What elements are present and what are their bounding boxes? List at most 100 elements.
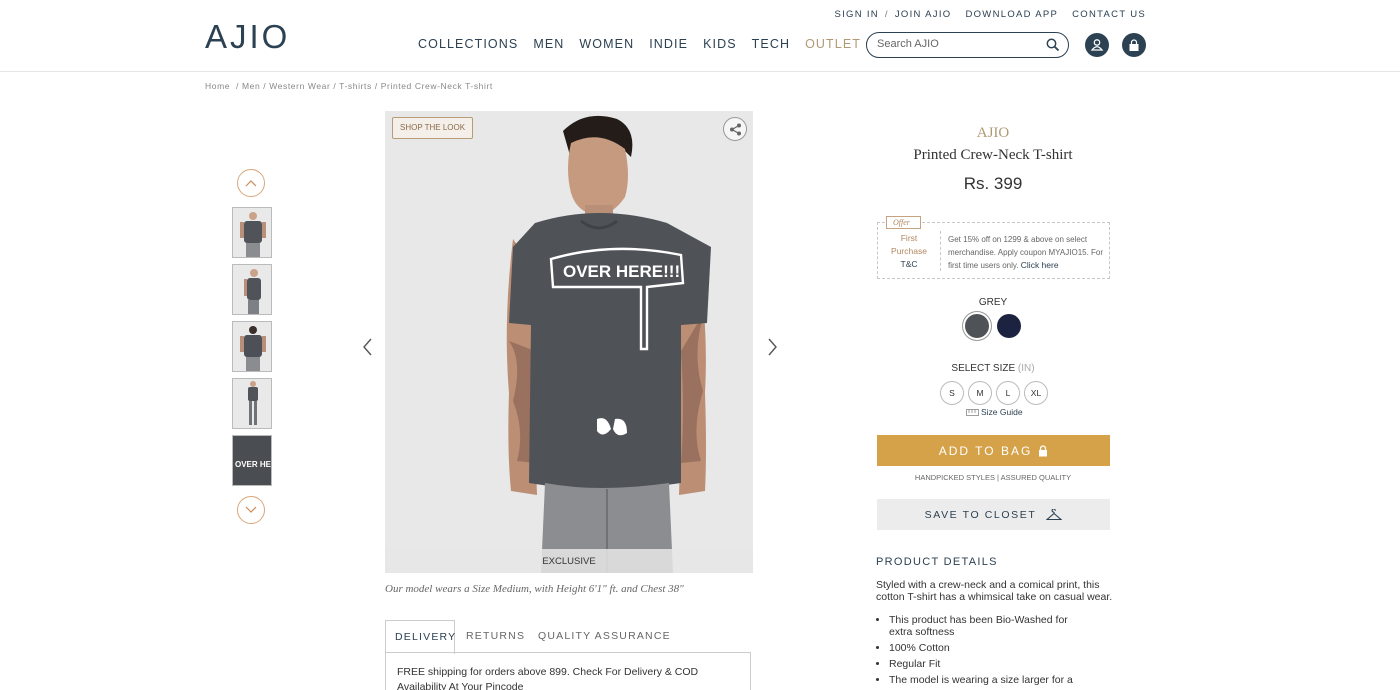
size-unit: (IN) xyxy=(1017,363,1035,374)
tee-print-text: OVER HERE!!! xyxy=(563,262,680,281)
top-links: SIGN IN / JOIN AJIO DOWNLOAD APP CONTACT… xyxy=(834,9,1146,20)
nav-men[interactable]: MEN xyxy=(533,37,564,51)
search-box xyxy=(866,32,1069,58)
breadcrumb-separator: / xyxy=(236,81,239,91)
tab-returns[interactable]: RETURNS xyxy=(457,620,534,653)
breadcrumb-western-wear[interactable]: Western Wear xyxy=(269,81,330,91)
next-image-arrow-icon[interactable] xyxy=(764,338,780,356)
search-input[interactable] xyxy=(877,38,1042,50)
breadcrumb-separator: / xyxy=(333,81,337,91)
list-item: 100% Cotton xyxy=(889,642,1089,654)
thumbnail-4[interactable] xyxy=(232,378,272,429)
color-swatch-grey[interactable] xyxy=(965,314,989,338)
list-item: The model is wearing a size larger for a xyxy=(889,674,1089,686)
breadcrumb-current: Printed Crew-Neck T-shirt xyxy=(380,81,493,91)
model-size-note: Our model wears a Size Medium, with Heig… xyxy=(385,583,684,595)
save-to-closet-button[interactable]: SAVE TO CLOSET xyxy=(877,499,1110,530)
lock-icon xyxy=(1039,444,1048,456)
share-button[interactable] xyxy=(723,117,747,141)
offer-click-here-link[interactable]: Click here xyxy=(1021,260,1059,270)
size-option-xl[interactable]: XL xyxy=(1024,381,1048,405)
size-option-l[interactable]: L xyxy=(996,381,1020,405)
download-app-link[interactable]: DOWNLOAD APP xyxy=(965,9,1058,20)
bag-icon xyxy=(1129,38,1139,51)
chevron-down-icon xyxy=(245,506,257,513)
offer-box: Offer First Purchase T&C Get 15% off on … xyxy=(877,216,1110,279)
model-thumbnail-image xyxy=(233,265,271,314)
product-name: Printed Crew-Neck T-shirt xyxy=(913,147,1073,163)
user-icon xyxy=(1090,39,1104,51)
product-description: Styled with a crew-neck and a comical pr… xyxy=(876,579,1113,603)
bag-button[interactable] xyxy=(1122,33,1146,57)
breadcrumb: Home / Men / Western Wear / T-shirts / P… xyxy=(205,81,493,91)
offer-label-line1: First xyxy=(900,233,918,243)
list-item: Regular Fit xyxy=(889,658,1089,670)
link-separator: / xyxy=(884,9,889,20)
sign-in-link[interactable]: SIGN IN xyxy=(834,9,878,20)
size-option-m[interactable]: M xyxy=(968,381,992,405)
thumb-print-text: OVER HERE! xyxy=(235,460,272,469)
model-illustration: OVER HERE!!! xyxy=(385,111,753,573)
contact-us-link[interactable]: CONTACT US xyxy=(1072,9,1146,20)
assured-quality-text: HANDPICKED STYLES | ASSURED QUALITY xyxy=(914,473,1072,482)
search-icon[interactable] xyxy=(1046,38,1060,52)
nav-collections[interactable]: COLLECTIONS xyxy=(418,37,518,51)
breadcrumb-separator: / xyxy=(374,81,378,91)
nav-kids[interactable]: KIDS xyxy=(703,37,737,51)
account-button[interactable] xyxy=(1085,33,1109,57)
color-label: GREY xyxy=(978,297,1008,308)
thumb-scroll-down-button[interactable] xyxy=(237,496,265,524)
add-to-bag-label: ADD TO BAG xyxy=(938,443,1033,458)
model-thumbnail-image xyxy=(233,208,271,257)
list-item: This product has been Bio-Washed for ext… xyxy=(889,614,1089,638)
thumbnail-5[interactable]: OVER HERE! xyxy=(232,435,272,486)
add-to-bag-button[interactable]: ADD TO BAG xyxy=(877,435,1110,466)
thumbnail-3[interactable] xyxy=(232,321,272,372)
thumbnail-1[interactable] xyxy=(232,207,272,258)
size-option-s[interactable]: S xyxy=(940,381,964,405)
join-ajio-link[interactable]: JOIN AJIO xyxy=(895,9,952,20)
delivery-panel: FREE shipping for orders above 899. Chec… xyxy=(385,652,751,690)
offer-tc-link[interactable]: T&C xyxy=(878,258,940,271)
model-thumbnail-image xyxy=(233,322,271,371)
product-brand[interactable]: AJIO xyxy=(876,125,1110,142)
exclusive-label: EXCLUSIVE xyxy=(385,549,753,573)
print-closeup-thumbnail: OVER HERE! xyxy=(233,436,272,485)
info-tabs: DELIVERY RETURNS QUALITY ASSURANCE FREE … xyxy=(385,620,751,690)
site-header: AJIO SIGN IN / JOIN AJIO DOWNLOAD APP CO… xyxy=(0,0,1400,72)
save-to-closet-label: SAVE TO CLOSET xyxy=(924,508,1037,521)
product-details-list: This product has been Bio-Washed for ext… xyxy=(889,614,1089,690)
main-product-image[interactable]: OVER HERE!!! SHOP THE LOOK EXCLUSIVE xyxy=(385,111,753,573)
product-price: Rs. 399 xyxy=(963,174,1023,193)
ruler-icon xyxy=(966,408,979,416)
breadcrumb-men[interactable]: Men xyxy=(242,81,260,91)
offer-label-line2: Purchase xyxy=(891,246,927,256)
offer-label: First Purchase T&C xyxy=(878,232,940,271)
chevron-up-icon xyxy=(245,180,257,187)
hanger-icon xyxy=(1046,508,1063,520)
size-guide-link[interactable]: Size Guide xyxy=(966,407,1023,417)
prev-image-arrow-icon[interactable] xyxy=(360,338,376,356)
offer-tag: Offer xyxy=(886,216,921,229)
nav-women[interactable]: WOMEN xyxy=(579,37,634,51)
color-swatch-navy[interactable] xyxy=(997,314,1021,338)
shop-the-look-button[interactable]: SHOP THE LOOK xyxy=(392,117,474,139)
main-nav: COLLECTIONS MEN WOMEN INDIE KIDS TECH OU… xyxy=(418,37,923,51)
breadcrumb-home[interactable]: Home xyxy=(205,81,230,91)
thumb-scroll-up-button[interactable] xyxy=(237,169,265,197)
thumbnail-2[interactable] xyxy=(232,264,272,315)
select-size-label: SELECT SIZE (IN) xyxy=(876,363,1110,374)
size-guide-text: Size Guide xyxy=(981,407,1023,417)
model-thumbnail-image xyxy=(233,379,271,428)
share-icon xyxy=(729,123,741,135)
breadcrumb-separator: / xyxy=(263,81,267,91)
product-details-title: PRODUCT DETAILS xyxy=(876,556,998,568)
tab-delivery[interactable]: DELIVERY xyxy=(385,620,455,654)
nav-tech[interactable]: TECH xyxy=(752,37,790,51)
breadcrumb-tshirts[interactable]: T-shirts xyxy=(339,81,372,91)
tab-quality-assurance[interactable]: QUALITY ASSURANCE xyxy=(529,620,680,653)
ajio-logo[interactable]: AJIO xyxy=(205,18,290,56)
nav-indie[interactable]: INDIE xyxy=(649,37,688,51)
select-size-text: SELECT SIZE xyxy=(951,363,1016,374)
offer-text-block: Get 15% off on 1299 & above on select me… xyxy=(948,233,1106,272)
